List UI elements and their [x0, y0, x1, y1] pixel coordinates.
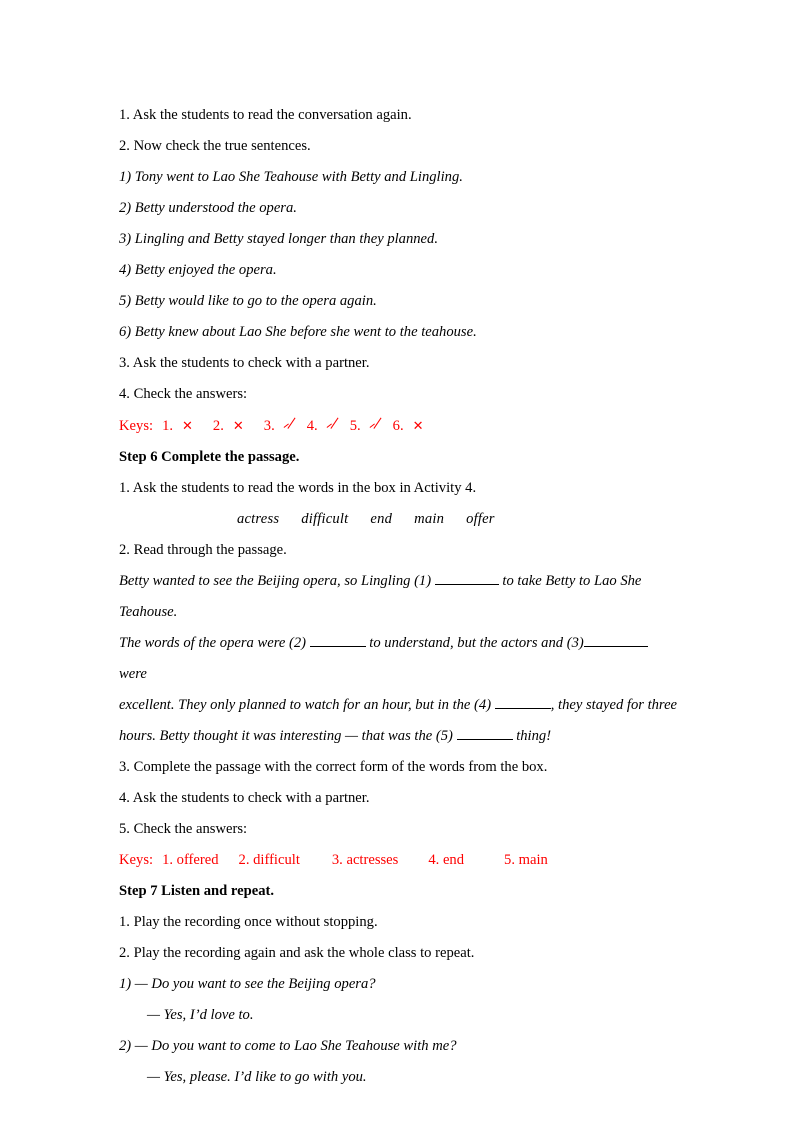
- passage-fragment: excellent. They only planned to watch fo…: [119, 697, 495, 713]
- key-answer: 2. difficult: [238, 852, 300, 868]
- answer-key-truefalse: Keys: 1. ✕ 2. ✕ 3. 4. 5. 6. ✕: [119, 410, 679, 442]
- check-icon: [327, 419, 341, 431]
- cross-icon: ✕: [412, 418, 424, 433]
- key-number: 3.: [263, 418, 275, 434]
- keys-label: Keys:: [119, 418, 154, 434]
- answer-blank: [583, 631, 648, 647]
- word-item: difficult: [301, 511, 349, 527]
- key-number: 1.: [162, 418, 174, 434]
- statement-item: 4) Betty enjoyed the opera.: [119, 262, 277, 278]
- passage-fragment: The words of the opera were (2): [119, 635, 310, 651]
- word-item: main: [414, 511, 445, 527]
- key-answer: 3. actresses: [331, 852, 399, 868]
- answer-blank: [434, 569, 499, 585]
- statement-item: 2) Betty understood the opera.: [119, 200, 297, 216]
- key-number: 2.: [212, 418, 224, 434]
- section-check-sentences: 1. Ask the students to read the conversa…: [119, 100, 679, 410]
- instruction-line: 4. Ask the students to check with a part…: [119, 790, 370, 806]
- cross-icon: ✕: [182, 418, 193, 433]
- dialogue-reply: — Yes, I’d love to.: [147, 1007, 254, 1023]
- passage-text: Betty wanted to see the Beijing opera, s…: [119, 566, 679, 752]
- statement-item: 5) Betty would like to go to the opera a…: [119, 293, 377, 309]
- passage-fragment: thing!: [512, 728, 552, 744]
- instruction-line: 4. Check the answers:: [119, 386, 248, 402]
- word-item: end: [370, 511, 393, 527]
- passage-fragment: , they stayed for three: [550, 697, 678, 713]
- step-6-heading: Step 6 Complete the passage.: [119, 449, 300, 465]
- check-icon: [284, 419, 298, 431]
- answer-key-passage: Keys: 1. offered 2. difficult 3. actresses 4…: [119, 845, 679, 876]
- instruction-line: 1. Ask the students to read the words in…: [119, 480, 477, 496]
- word-item: actress: [237, 511, 280, 527]
- passage-line: hours. Betty thought it was interesting …: [119, 721, 679, 752]
- dialogue-prompt: 1) — Do you want to see the Beijing oper…: [119, 976, 376, 992]
- word-item: offer: [466, 511, 495, 527]
- dialogue-reply: — Yes, please. I’d like to go with you.: [147, 1069, 367, 1085]
- answer-blank: [456, 724, 513, 740]
- passage-line: Betty wanted to see the Beijing opera, s…: [119, 566, 679, 628]
- key-answer: 1. offered: [162, 852, 219, 868]
- key-number: 6.: [392, 418, 404, 434]
- passage-fragment: Betty wanted to see the Beijing opera, s…: [119, 573, 435, 589]
- dialogue-list: 1) — Do you want to see the Beijing oper…: [119, 969, 679, 1093]
- instruction-line: 2. Play the recording again and ask the …: [119, 945, 475, 961]
- instruction-line: 5. Check the answers:: [119, 821, 248, 837]
- instruction-line: 3. Ask the students to check with a part…: [119, 355, 370, 371]
- word-box: actress difficult end main offer: [119, 504, 679, 535]
- answer-blank: [309, 631, 366, 647]
- step-7-heading: Step 7 Listen and repeat.: [119, 883, 275, 899]
- instruction-line: 1. Ask the students to read the conversa…: [119, 107, 412, 123]
- passage-line: The words of the opera were (2) to under…: [119, 628, 679, 690]
- statement-item: 6) Betty knew about Lao She before she w…: [119, 324, 477, 340]
- key-number: 4.: [306, 418, 318, 434]
- cross-icon: ✕: [232, 418, 244, 433]
- instruction-line: 2. Read through the passage.: [119, 542, 287, 558]
- instruction-line: 1. Play the recording once without stopp…: [119, 914, 378, 930]
- passage-fragment: hours. Betty thought it was interesting …: [119, 728, 457, 744]
- keys-label: Keys:: [119, 852, 154, 868]
- dialogue-prompt: 2) — Do you want to come to Lao She Teah…: [119, 1038, 457, 1054]
- key-number: 5.: [349, 418, 361, 434]
- check-icon: [370, 419, 384, 431]
- key-answer: 4. end: [428, 852, 465, 868]
- passage-fragment: to understand, but the actors and (3): [365, 635, 584, 651]
- statement-item: 1) Tony went to Lao She Teahouse with Be…: [119, 169, 463, 185]
- key-answer: 5. main: [504, 852, 548, 868]
- passage-line: excellent. They only planned to watch fo…: [119, 690, 679, 721]
- document-page: 1. Ask the students to read the conversa…: [0, 0, 794, 1123]
- answer-blank: [494, 693, 551, 709]
- instruction-line: 3. Complete the passage with the correct…: [119, 759, 548, 775]
- instruction-line: 2. Now check the true sentences.: [119, 138, 311, 154]
- statement-item: 3) Lingling and Betty stayed longer than…: [119, 231, 438, 247]
